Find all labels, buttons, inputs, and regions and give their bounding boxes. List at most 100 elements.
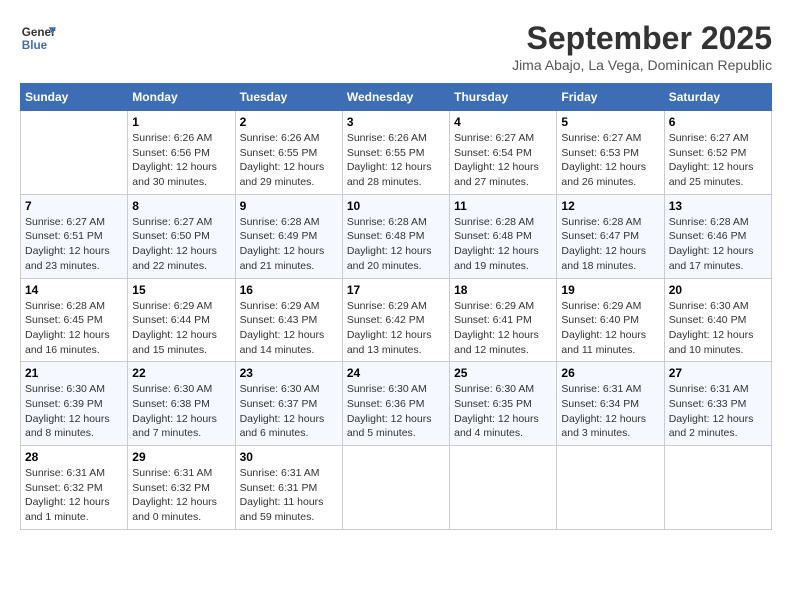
- day-info: Sunrise: 6:27 AM Sunset: 6:52 PM Dayligh…: [669, 131, 767, 190]
- day-number: 28: [25, 450, 123, 464]
- day-info: Sunrise: 6:26 AM Sunset: 6:55 PM Dayligh…: [347, 131, 445, 190]
- day-number: 6: [669, 115, 767, 129]
- day-number: 21: [25, 366, 123, 380]
- calendar-cell: 19 Sunrise: 6:29 AM Sunset: 6:40 PM Dayli…: [557, 278, 664, 362]
- calendar-cell: 29 Sunrise: 6:31 AM Sunset: 6:32 PM Dayli…: [128, 446, 235, 530]
- calendar-week-row: 7 Sunrise: 6:27 AM Sunset: 6:51 PM Daylig…: [21, 194, 772, 278]
- calendar-cell: 28 Sunrise: 6:31 AM Sunset: 6:32 PM Dayli…: [21, 446, 128, 530]
- day-info: Sunrise: 6:28 AM Sunset: 6:45 PM Dayligh…: [25, 299, 123, 358]
- calendar-cell: 15 Sunrise: 6:29 AM Sunset: 6:44 PM Dayli…: [128, 278, 235, 362]
- day-number: 22: [132, 366, 230, 380]
- day-number: 4: [454, 115, 552, 129]
- day-number: 27: [669, 366, 767, 380]
- day-info: Sunrise: 6:30 AM Sunset: 6:37 PM Dayligh…: [240, 382, 338, 441]
- day-info: Sunrise: 6:29 AM Sunset: 6:41 PM Dayligh…: [454, 299, 552, 358]
- day-info: Sunrise: 6:27 AM Sunset: 6:53 PM Dayligh…: [561, 131, 659, 190]
- calendar-week-row: 21 Sunrise: 6:30 AM Sunset: 6:39 PM Dayli…: [21, 362, 772, 446]
- day-number: 17: [347, 283, 445, 297]
- day-info: Sunrise: 6:31 AM Sunset: 6:32 PM Dayligh…: [25, 466, 123, 525]
- calendar-cell: 30Sunrise: 6:31 AM Sunset: 6:31 PM Dayli…: [235, 446, 342, 530]
- day-number: 16: [240, 283, 338, 297]
- calendar-cell: 11 Sunrise: 6:28 AM Sunset: 6:48 PM Dayli…: [450, 194, 557, 278]
- day-info: Sunrise: 6:31 AM Sunset: 6:32 PM Dayligh…: [132, 466, 230, 525]
- calendar-cell: 24 Sunrise: 6:30 AM Sunset: 6:36 PM Dayli…: [342, 362, 449, 446]
- calendar-cell: 14 Sunrise: 6:28 AM Sunset: 6:45 PM Dayli…: [21, 278, 128, 362]
- day-number: 26: [561, 366, 659, 380]
- calendar-week-row: 14 Sunrise: 6:28 AM Sunset: 6:45 PM Dayli…: [21, 278, 772, 362]
- day-number: 29: [132, 450, 230, 464]
- calendar-cell: 23Sunrise: 6:30 AM Sunset: 6:37 PM Dayli…: [235, 362, 342, 446]
- page-header: General Blue September 2025 Jima Abajo, …: [20, 20, 772, 73]
- calendar-cell: 2Sunrise: 6:26 AM Sunset: 6:55 PM Daylig…: [235, 111, 342, 195]
- calendar-cell: 20 Sunrise: 6:30 AM Sunset: 6:40 PM Dayli…: [664, 278, 771, 362]
- calendar-cell: 27 Sunrise: 6:31 AM Sunset: 6:33 PM Dayli…: [664, 362, 771, 446]
- calendar-cell: [450, 446, 557, 530]
- calendar-week-row: 1 Sunrise: 6:26 AM Sunset: 6:56 PM Daylig…: [21, 111, 772, 195]
- day-number: 8: [132, 199, 230, 213]
- day-info: Sunrise: 6:28 AM Sunset: 6:46 PM Dayligh…: [669, 215, 767, 274]
- month-title: September 2025: [512, 20, 772, 57]
- calendar-cell: [664, 446, 771, 530]
- day-info: Sunrise: 6:30 AM Sunset: 6:39 PM Dayligh…: [25, 382, 123, 441]
- dow-header: Saturday: [664, 84, 771, 111]
- calendar-cell: 10 Sunrise: 6:28 AM Sunset: 6:48 PM Dayli…: [342, 194, 449, 278]
- calendar-week-row: 28 Sunrise: 6:31 AM Sunset: 6:32 PM Dayli…: [21, 446, 772, 530]
- svg-text:Blue: Blue: [22, 39, 48, 52]
- day-info: Sunrise: 6:30 AM Sunset: 6:38 PM Dayligh…: [132, 382, 230, 441]
- day-info: Sunrise: 6:27 AM Sunset: 6:51 PM Dayligh…: [25, 215, 123, 274]
- day-info: Sunrise: 6:27 AM Sunset: 6:54 PM Dayligh…: [454, 131, 552, 190]
- location-subtitle: Jima Abajo, La Vega, Dominican Republic: [512, 57, 772, 73]
- calendar-cell: [557, 446, 664, 530]
- day-info: Sunrise: 6:29 AM Sunset: 6:42 PM Dayligh…: [347, 299, 445, 358]
- dow-header: Friday: [557, 84, 664, 111]
- day-number: 5: [561, 115, 659, 129]
- calendar-cell: 17 Sunrise: 6:29 AM Sunset: 6:42 PM Dayli…: [342, 278, 449, 362]
- day-number: 7: [25, 199, 123, 213]
- logo-icon: General Blue: [20, 20, 56, 56]
- dow-header: Monday: [128, 84, 235, 111]
- title-block: September 2025 Jima Abajo, La Vega, Domi…: [512, 20, 772, 73]
- day-info: Sunrise: 6:29 AM Sunset: 6:44 PM Dayligh…: [132, 299, 230, 358]
- calendar-cell: 16 Sunrise: 6:29 AM Sunset: 6:43 PM Dayli…: [235, 278, 342, 362]
- day-number: 14: [25, 283, 123, 297]
- day-number: 3: [347, 115, 445, 129]
- dow-header: Thursday: [450, 84, 557, 111]
- day-number: 18: [454, 283, 552, 297]
- day-number: 24: [347, 366, 445, 380]
- day-number: 11: [454, 199, 552, 213]
- calendar-body: 1 Sunrise: 6:26 AM Sunset: 6:56 PM Daylig…: [21, 111, 772, 530]
- day-info: Sunrise: 6:31 AM Sunset: 6:33 PM Dayligh…: [669, 382, 767, 441]
- calendar-cell: 12Sunrise: 6:28 AM Sunset: 6:47 PM Dayli…: [557, 194, 664, 278]
- calendar-cell: [21, 111, 128, 195]
- day-number: 10: [347, 199, 445, 213]
- day-info: Sunrise: 6:30 AM Sunset: 6:36 PM Dayligh…: [347, 382, 445, 441]
- day-info: Sunrise: 6:28 AM Sunset: 6:49 PM Dayligh…: [240, 215, 338, 274]
- day-number: 15: [132, 283, 230, 297]
- day-info: Sunrise: 6:29 AM Sunset: 6:43 PM Dayligh…: [240, 299, 338, 358]
- dow-header: Tuesday: [235, 84, 342, 111]
- day-info: Sunrise: 6:28 AM Sunset: 6:47 PM Dayligh…: [561, 215, 659, 274]
- day-info: Sunrise: 6:28 AM Sunset: 6:48 PM Dayligh…: [347, 215, 445, 274]
- day-info: Sunrise: 6:31 AM Sunset: 6:31 PM Dayligh…: [240, 466, 338, 525]
- calendar-cell: 6 Sunrise: 6:27 AM Sunset: 6:52 PM Daylig…: [664, 111, 771, 195]
- day-info: Sunrise: 6:28 AM Sunset: 6:48 PM Dayligh…: [454, 215, 552, 274]
- calendar-cell: 21 Sunrise: 6:30 AM Sunset: 6:39 PM Dayli…: [21, 362, 128, 446]
- calendar-cell: 13Sunrise: 6:28 AM Sunset: 6:46 PM Dayli…: [664, 194, 771, 278]
- dow-header: Sunday: [21, 84, 128, 111]
- day-number: 1: [132, 115, 230, 129]
- logo: General Blue: [20, 20, 56, 56]
- day-info: Sunrise: 6:29 AM Sunset: 6:40 PM Dayligh…: [561, 299, 659, 358]
- day-info: Sunrise: 6:30 AM Sunset: 6:35 PM Dayligh…: [454, 382, 552, 441]
- day-number: 20: [669, 283, 767, 297]
- day-info: Sunrise: 6:30 AM Sunset: 6:40 PM Dayligh…: [669, 299, 767, 358]
- calendar-cell: 9Sunrise: 6:28 AM Sunset: 6:49 PM Daylig…: [235, 194, 342, 278]
- calendar-cell: 5 Sunrise: 6:27 AM Sunset: 6:53 PM Daylig…: [557, 111, 664, 195]
- calendar-cell: 22 Sunrise: 6:30 AM Sunset: 6:38 PM Dayli…: [128, 362, 235, 446]
- day-of-week-row: SundayMondayTuesdayWednesdayThursdayFrid…: [21, 84, 772, 111]
- day-info: Sunrise: 6:26 AM Sunset: 6:56 PM Dayligh…: [132, 131, 230, 190]
- day-number: 19: [561, 283, 659, 297]
- day-info: Sunrise: 6:27 AM Sunset: 6:50 PM Dayligh…: [132, 215, 230, 274]
- day-info: Sunrise: 6:26 AM Sunset: 6:55 PM Dayligh…: [240, 131, 338, 190]
- calendar-cell: 4 Sunrise: 6:27 AM Sunset: 6:54 PM Daylig…: [450, 111, 557, 195]
- calendar-cell: 8 Sunrise: 6:27 AM Sunset: 6:50 PM Daylig…: [128, 194, 235, 278]
